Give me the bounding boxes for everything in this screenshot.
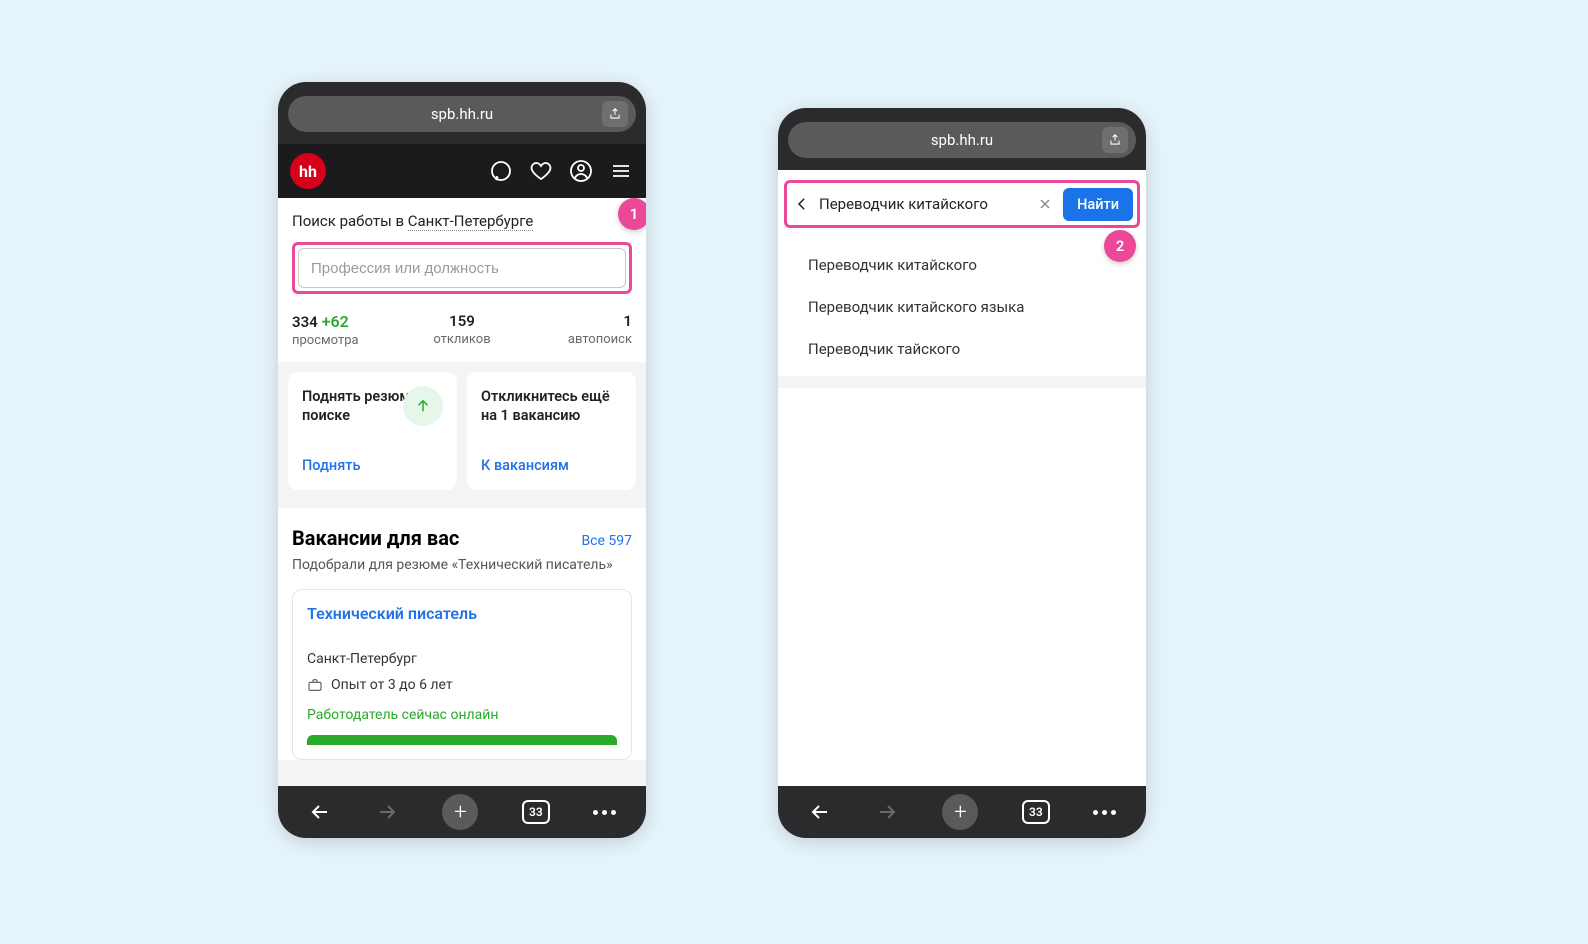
raise-link[interactable]: Поднять [302, 443, 443, 474]
vacancy-experience: Опыт от 3 до 6 лет [331, 677, 453, 693]
url-pill[interactable]: spb.hh.ru [288, 96, 636, 132]
heart-icon [529, 159, 553, 183]
search-input[interactable] [298, 248, 626, 288]
share-icon [608, 107, 622, 121]
nav-back-button[interactable] [808, 800, 832, 824]
share-icon [1108, 133, 1122, 147]
url-pill[interactable]: spb.hh.ru [788, 122, 1136, 158]
suggestion-item[interactable]: Переводчик китайского [778, 244, 1146, 286]
hh-logo[interactable]: hh [290, 153, 326, 189]
suggestions-list: Переводчик китайского Переводчик китайск… [778, 238, 1146, 376]
browser-url-bar: spb.hh.ru [778, 108, 1146, 170]
arrow-left-icon [308, 800, 332, 824]
stats-row: 334 +62 просмотра 159 откликов 1 автопои… [278, 300, 646, 362]
highlight-box-2: Переводчик китайского Найти [784, 180, 1140, 228]
user-icon [569, 159, 593, 183]
arrow-left-icon [808, 800, 832, 824]
arrow-up-badge [403, 386, 443, 426]
browser-bottom-nav: + 33 [278, 786, 646, 838]
favorites-button[interactable] [528, 158, 554, 184]
profile-button[interactable] [568, 158, 594, 184]
card-apply-more[interactable]: Откликнитесь ещё на 1 вакансию К ваканси… [467, 372, 636, 490]
tabs-count-button[interactable]: 33 [1022, 800, 1050, 824]
vacancy-card[interactable]: Технический писатель Санкт-Петербург Опы… [292, 589, 632, 760]
suggestion-item[interactable]: Переводчик китайского языка [778, 286, 1146, 328]
clear-search-button[interactable] [1033, 196, 1057, 212]
callout-badge-1: 1 [618, 198, 646, 230]
app-header: hh [278, 144, 646, 198]
briefcase-icon [307, 677, 323, 693]
vacancies-heading: Вакансии для вас [292, 526, 459, 550]
menu-button[interactable] [608, 158, 634, 184]
dots-horizontal-icon [1093, 810, 1116, 815]
browser-menu-button[interactable] [593, 810, 616, 815]
vacancies-subtitle: Подобрали для резюме «Технический писате… [292, 556, 632, 575]
find-button[interactable]: Найти [1063, 188, 1133, 221]
arrow-up-icon [414, 397, 432, 415]
highlight-box-1 [292, 242, 632, 294]
nav-forward-button[interactable] [375, 800, 399, 824]
callout-badge-2: 2 [1104, 230, 1136, 262]
url-text: spb.hh.ru [431, 105, 493, 123]
stat-responses[interactable]: 159 откликов [405, 312, 518, 348]
tabs-count-button[interactable]: 33 [522, 800, 550, 824]
vacancy-title[interactable]: Технический писатель [307, 604, 617, 623]
phone-screenshot-1: 1 spb.hh.ru hh Поиск работы в Санкт-Пете… [278, 82, 646, 838]
nav-forward-button[interactable] [875, 800, 899, 824]
search-title: Поиск работы в Санкт-Петербурге [292, 212, 632, 230]
share-button[interactable] [602, 101, 628, 127]
new-tab-button[interactable]: + [942, 794, 978, 830]
share-button[interactable] [1102, 127, 1128, 153]
search-input[interactable]: Переводчик китайского [819, 187, 1027, 221]
vacancy-city: Санкт-Петербург [307, 651, 617, 667]
card-raise-resume[interactable]: Поднять резюме в поиске Поднять [288, 372, 457, 490]
apply-button-partial[interactable] [307, 735, 617, 745]
arrow-right-icon [375, 800, 399, 824]
browser-bottom-nav: + 33 [778, 786, 1146, 838]
new-tab-button[interactable]: + [442, 794, 478, 830]
url-text: spb.hh.ru [931, 131, 993, 149]
arrow-right-icon [875, 800, 899, 824]
vacancies-all-link[interactable]: Все 597 [581, 533, 632, 549]
browser-url-bar: spb.hh.ru [278, 82, 646, 144]
chevron-left-icon [793, 195, 811, 213]
to-vacancies-link[interactable]: К вакансиям [481, 443, 622, 474]
hamburger-icon [609, 159, 633, 183]
city-link[interactable]: Санкт-Петербурге [408, 212, 534, 231]
suggestion-item[interactable]: Переводчик тайского [778, 328, 1146, 370]
chat-icon [489, 159, 513, 183]
dots-horizontal-icon [593, 810, 616, 815]
nav-back-button[interactable] [308, 800, 332, 824]
phone-screenshot-2: 2 spb.hh.ru Переводчик китайского Найти … [778, 108, 1146, 838]
back-button[interactable] [791, 195, 813, 213]
stat-autosearch[interactable]: 1 автопоиск [519, 312, 632, 348]
chat-button[interactable] [488, 158, 514, 184]
employer-online: Работодатель сейчас онлайн [307, 707, 617, 723]
stat-views[interactable]: 334 +62 просмотра [292, 312, 405, 348]
browser-menu-button[interactable] [1093, 810, 1116, 815]
close-icon [1037, 196, 1053, 212]
